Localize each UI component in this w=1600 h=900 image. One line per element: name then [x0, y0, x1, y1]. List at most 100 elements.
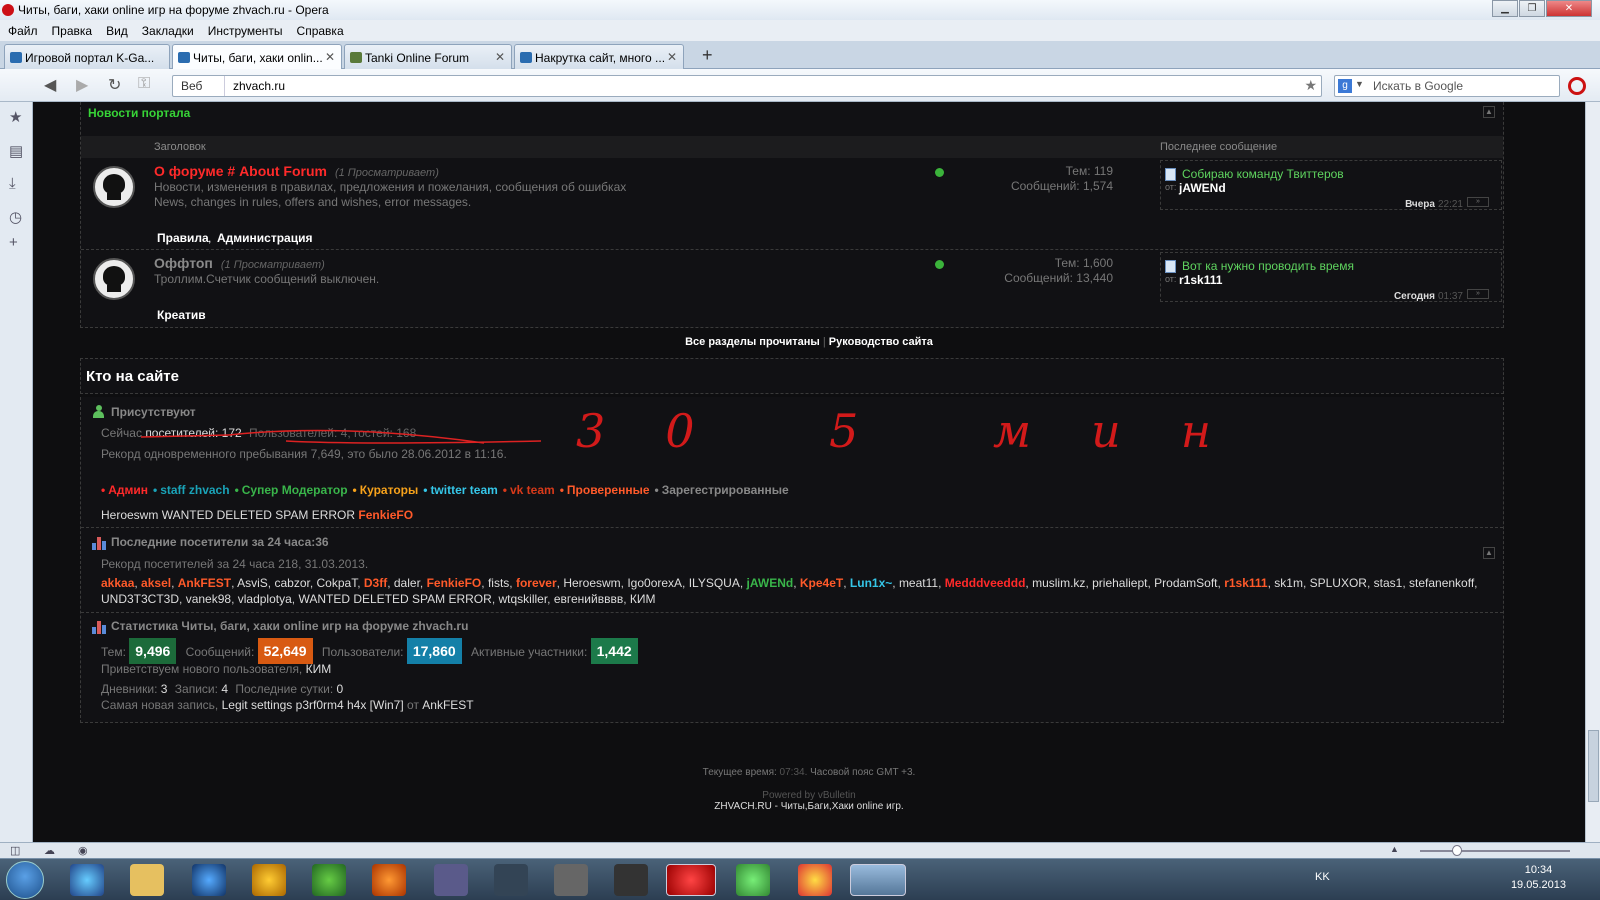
user-link[interactable]: forever: [516, 576, 557, 590]
close-window-button[interactable]: ✕: [1546, 0, 1592, 17]
collapse-icon[interactable]: ▲: [1483, 106, 1495, 118]
counter-strike-icon[interactable]: [614, 864, 648, 896]
app-icon[interactable]: [494, 864, 528, 896]
add-panel-icon[interactable]: +: [9, 234, 18, 251]
maximize-button[interactable]: ❐: [1519, 0, 1545, 17]
language-indicator[interactable]: KK: [1315, 871, 1330, 883]
user-link[interactable]: aksel: [141, 576, 171, 590]
last-post-title[interactable]: Собираю команду Твиттеров: [1182, 167, 1344, 181]
tab-nakrutka[interactable]: Накрутка сайт, много ... ✕: [514, 44, 684, 69]
back-icon[interactable]: ◀: [44, 75, 56, 95]
user-link[interactable]: Lun1x~: [850, 576, 892, 590]
user-link[interactable]: jAWENd: [747, 576, 794, 590]
user-link[interactable]: Heroeswm: [101, 508, 158, 522]
bookmarks-icon[interactable]: ★: [9, 108, 22, 126]
entry-author-link[interactable]: AnkFEST: [422, 698, 473, 712]
forum-title[interactable]: О форуме # About Forum (1 Просматривает): [154, 163, 439, 179]
vertical-scrollbar[interactable]: [1585, 102, 1600, 842]
user-link[interactable]: CokpaT: [317, 576, 358, 590]
chrome-icon[interactable]: [798, 864, 832, 896]
user-link[interactable]: AsviS: [237, 576, 268, 590]
user-link[interactable]: stefanenkoff: [1409, 576, 1474, 590]
firefox-icon[interactable]: [372, 864, 406, 896]
panel-toggle-icon[interactable]: ◫: [10, 844, 20, 857]
daemon-icon[interactable]: [252, 864, 286, 896]
history-icon[interactable]: ◷: [9, 208, 22, 226]
site-guide-link[interactable]: Руководство сайта: [829, 336, 933, 348]
bookmark-star-icon[interactable]: ★: [1304, 77, 1317, 94]
user-link[interactable]: fists: [488, 576, 509, 590]
turbo-icon[interactable]: ◉: [78, 844, 88, 857]
reload-icon[interactable]: ↻: [108, 75, 121, 95]
user-link[interactable]: Heroeswm: [563, 576, 620, 590]
user-link[interactable]: vladplotya: [238, 592, 292, 606]
last-post-user[interactable]: jAWENd: [1179, 181, 1226, 195]
unite-icon[interactable]: ☁: [44, 844, 55, 857]
user-link[interactable]: stas1: [1374, 576, 1403, 590]
user-link[interactable]: vanek98: [186, 592, 231, 606]
user-link[interactable]: UND3T3CT3D: [101, 592, 179, 606]
explorer-icon[interactable]: [130, 864, 164, 896]
tab-tanki[interactable]: Tanki Online Forum ✕: [344, 44, 512, 69]
forum-title-text[interactable]: О форуме # About Forum: [154, 163, 327, 179]
menu-bookmarks[interactable]: Закладки: [142, 24, 194, 38]
user-link[interactable]: cabzor: [274, 576, 309, 590]
subforum-link[interactable]: Администрация: [217, 231, 312, 245]
user-link[interactable]: КИМ: [630, 592, 656, 606]
menu-help[interactable]: Справка: [297, 24, 344, 38]
user-link[interactable]: wtqskiller: [498, 592, 547, 606]
zoom-up-icon[interactable]: ▲: [1390, 844, 1399, 854]
menu-tools[interactable]: Инструменты: [208, 24, 283, 38]
user-link[interactable]: FenkieFO: [427, 576, 482, 590]
game-icon[interactable]: [554, 864, 588, 896]
subforum-link[interactable]: Правила: [157, 231, 209, 245]
key-icon[interactable]: ⚿: [138, 75, 150, 93]
downloads-icon[interactable]: ⤓: [9, 175, 16, 192]
close-tab-icon[interactable]: ✕: [667, 50, 677, 64]
forward-icon[interactable]: ▶: [76, 75, 88, 95]
icq-icon[interactable]: [736, 864, 770, 896]
user-link[interactable]: muslim.kz: [1032, 576, 1085, 590]
system-clock[interactable]: 10:34 19.05.2013: [1511, 863, 1566, 893]
user-link[interactable]: D3ff: [364, 576, 387, 590]
section-title[interactable]: Новости портала: [88, 106, 190, 120]
go-to-post-icon[interactable]: »: [1467, 197, 1489, 207]
user-link[interactable]: daler: [394, 576, 420, 590]
user-link[interactable]: Medddveeddd: [945, 576, 1026, 590]
notes-icon[interactable]: ▤: [9, 142, 23, 160]
download-app-icon[interactable]: [70, 864, 104, 896]
utorrent-icon[interactable]: [312, 864, 346, 896]
zoom-slider-thumb[interactable]: [1452, 845, 1462, 856]
opera-taskbar-icon[interactable]: [666, 864, 716, 896]
address-field[interactable]: Веб zhvach.ru ★: [172, 75, 1322, 97]
mark-all-read-link[interactable]: Все разделы прочитаны: [685, 336, 820, 348]
ie-icon[interactable]: [192, 864, 226, 896]
user-link[interactable]: AnkFEST: [178, 576, 231, 590]
tab-zhvach[interactable]: Читы, баги, хаки onlin... ✕: [172, 44, 342, 69]
user-link[interactable]: ILYSQUA: [689, 576, 740, 590]
menu-edit[interactable]: Правка: [52, 24, 93, 38]
search-field[interactable]: g ▼ Искать в Google: [1334, 75, 1560, 97]
minimize-button[interactable]: ▁: [1492, 0, 1518, 17]
user-link[interactable]: priehaliept: [1092, 576, 1147, 590]
user-link[interactable]: евгенийвввв: [554, 592, 623, 606]
user-link[interactable]: WANTED DELETED SPAM ERROR: [162, 508, 355, 522]
close-tab-icon[interactable]: ✕: [495, 50, 505, 64]
forum-title-text[interactable]: Оффтоп: [154, 255, 213, 271]
user-link[interactable]: akkaa: [101, 576, 134, 590]
chevron-down-icon[interactable]: ▼: [1355, 79, 1364, 89]
tab-kga[interactable]: Игровой портал K-Ga...: [4, 44, 170, 69]
collapse-icon[interactable]: ▲: [1483, 547, 1495, 559]
start-button-icon[interactable]: [6, 861, 44, 899]
user-link[interactable]: FenkieFO: [358, 508, 413, 522]
user-link[interactable]: sk1m: [1274, 576, 1303, 590]
last-post-title[interactable]: Вот ка нужно проводить время: [1182, 259, 1354, 273]
user-link[interactable]: WANTED DELETED SPAM ERROR: [298, 592, 491, 606]
menu-file[interactable]: Файл: [8, 24, 38, 38]
close-tab-icon[interactable]: ✕: [325, 50, 335, 64]
opera-menu-icon[interactable]: [1568, 77, 1586, 95]
last-post-user[interactable]: r1sk111: [1179, 273, 1222, 287]
user-link[interactable]: Igo0orexA: [627, 576, 682, 590]
forum-title[interactable]: Оффтоп (1 Просматривает): [154, 255, 325, 271]
menu-view[interactable]: Вид: [106, 24, 128, 38]
